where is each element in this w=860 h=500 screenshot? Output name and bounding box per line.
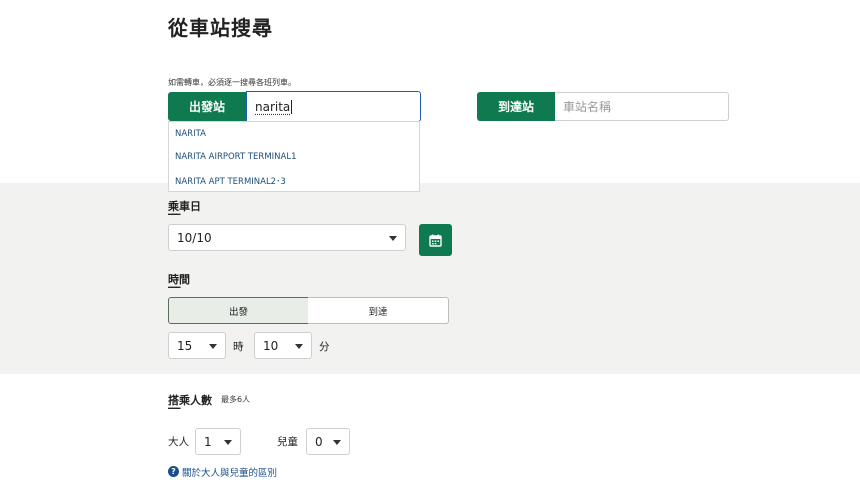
hour-value: 15 <box>177 338 193 353</box>
chevron-down-icon <box>224 440 232 445</box>
chevron-down-icon <box>295 344 303 349</box>
calendar-icon <box>429 234 442 247</box>
arrival-station-input[interactable]: 車站名稱 <box>555 92 729 121</box>
date-select[interactable]: 10/10 <box>168 224 406 251</box>
hour-unit: 時 <box>233 341 244 353</box>
chevron-down-icon <box>333 440 341 445</box>
suggestion-item[interactable]: NARITA AIRPORT TERMINAL1 <box>169 146 419 170</box>
hour-select[interactable]: 15 <box>168 332 226 359</box>
chevron-down-icon <box>389 236 397 241</box>
adult-child-help-link[interactable]: 關於大人與兒童的區別 <box>182 465 277 479</box>
time-label-underline: ━━━ <box>168 283 180 292</box>
child-count-value: 0 <box>315 434 323 449</box>
minute-select[interactable]: 10 <box>254 332 312 359</box>
arrival-station-button[interactable]: 到達站 <box>477 92 555 121</box>
suggestion-item[interactable]: NARITA <box>169 122 419 146</box>
question-icon: ? <box>168 466 179 477</box>
chevron-down-icon <box>209 344 217 349</box>
departure-station-button[interactable]: 出發站 <box>168 92 246 121</box>
suggestion-item[interactable]: NARITA APT TERMINAL2･3 <box>169 169 419 193</box>
arrive-toggle[interactable]: 到達 <box>308 297 449 324</box>
text-caret <box>291 99 293 114</box>
departure-station-value: narita <box>255 99 291 114</box>
date-value: 10/10 <box>177 230 212 245</box>
child-label: 兒童 <box>277 436 298 448</box>
minute-value: 10 <box>263 338 279 353</box>
station-suggestions: NARITA NARITA AIRPORT TERMINAL1 NARITA A… <box>168 121 420 192</box>
departure-station-input[interactable]: narita <box>246 91 421 122</box>
calendar-button[interactable] <box>419 224 452 256</box>
options-band <box>0 183 860 374</box>
depart-toggle[interactable]: 出發 <box>168 297 309 324</box>
date-label-underline: ━━━ <box>168 210 180 219</box>
adult-label: 大人 <box>168 436 189 448</box>
transfer-note: 如需轉車，必須逐一搜尋各班列車。 <box>168 78 296 87</box>
passengers-label-underline: ━━━ <box>168 404 180 413</box>
minute-unit: 分 <box>319 341 330 353</box>
adult-count-value: 1 <box>204 434 212 449</box>
passengers-max-note: 最多6人 <box>221 395 251 404</box>
child-count-select[interactable]: 0 <box>306 428 350 455</box>
page-title: 從車站搜尋 <box>168 16 273 40</box>
adult-count-select[interactable]: 1 <box>195 428 241 455</box>
